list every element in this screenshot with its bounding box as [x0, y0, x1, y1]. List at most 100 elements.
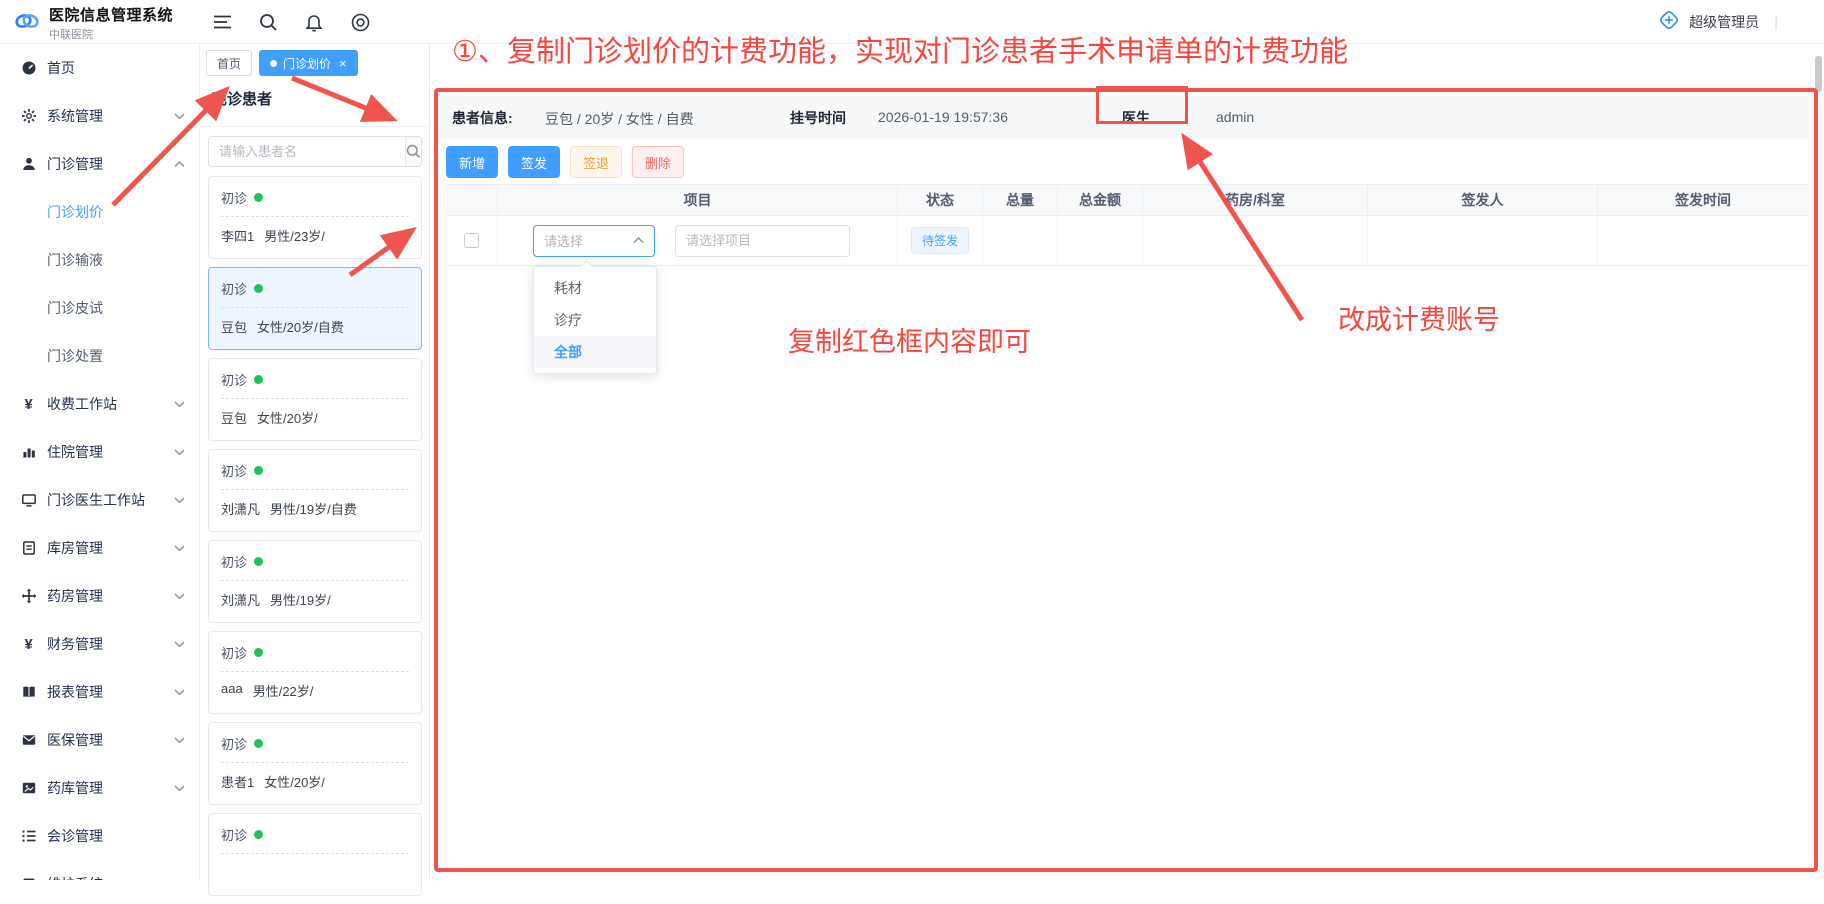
- patient-card[interactable]: 初诊患者1女性/20岁/: [208, 722, 422, 805]
- status-badge: 待签发: [911, 227, 969, 254]
- list-icon: [20, 828, 37, 845]
- sidebar-subitem-2-3[interactable]: 门诊处置: [0, 332, 199, 380]
- patient-name: 豆包: [221, 408, 247, 427]
- reg-time-value: 2026-01-19 19:57:36: [878, 109, 1008, 125]
- sidebar-item-13[interactable]: 维护系统: [0, 860, 199, 880]
- row-cell-6: [1368, 216, 1598, 265]
- sidebar-item-9[interactable]: 报表管理: [0, 668, 199, 716]
- patient-name: 刘潇凡: [221, 499, 260, 518]
- chevron-down-icon: [174, 449, 185, 456]
- dropdown-option[interactable]: 诊疗: [534, 304, 656, 336]
- collapse-menu-icon[interactable]: [212, 12, 232, 32]
- tab-close-icon[interactable]: ×: [339, 57, 347, 70]
- user-badge[interactable]: 超级管理员 |: [1658, 0, 1778, 44]
- patient-card[interactable]: 初诊李四1男性/23岁/: [208, 176, 422, 259]
- patient-visit-tag: 初诊: [221, 643, 409, 662]
- card-divider: [221, 216, 409, 217]
- row-cell-3: [983, 216, 1058, 265]
- sidebar-item-label: 收费工作站: [47, 394, 174, 414]
- monitor-icon: [20, 492, 37, 509]
- dropdown-option[interactable]: 全部: [534, 336, 656, 368]
- record-icon[interactable]: [350, 12, 370, 32]
- sidebar-item-label: 住院管理: [47, 442, 174, 462]
- sidebar-item-10[interactable]: 医保管理: [0, 716, 199, 764]
- scrollbar-thumb[interactable]: [1815, 56, 1822, 92]
- tab-home[interactable]: 首页: [206, 50, 252, 76]
- add-button[interactable]: 新增: [446, 146, 498, 178]
- patient-card[interactable]: 初诊刘潇凡男性/19岁/: [208, 540, 422, 623]
- patient-card[interactable]: 初诊aaa男性/22岁/: [208, 631, 422, 714]
- tab-active-dot-icon: [270, 60, 277, 67]
- delete-button[interactable]: 删除: [632, 146, 684, 178]
- patient-card[interactable]: 初诊豆包女性/20岁/: [208, 358, 422, 441]
- sidebar-item-5[interactable]: 门诊医生工作站: [0, 476, 199, 524]
- sidebar-item-6[interactable]: 库房管理: [0, 524, 199, 572]
- sidebar-item-3[interactable]: ¥ 收费工作站: [0, 380, 199, 428]
- chevron-down-icon: [174, 545, 185, 552]
- patient-meta: 男性/19岁/: [270, 590, 331, 609]
- row-cell-2: 待签发: [898, 216, 983, 265]
- table-row: 请选择 待签发: [446, 216, 1808, 266]
- sidebar-item-8[interactable]: ¥财务管理: [0, 620, 199, 668]
- annotation-doctor-box: [1096, 86, 1188, 124]
- issue-button[interactable]: 签发: [508, 146, 560, 178]
- chevron-down-icon: [174, 689, 185, 696]
- card-divider: [221, 762, 409, 763]
- sidebar-subitem-label: 门诊皮试: [47, 298, 103, 318]
- sidebar-subitem-2-1[interactable]: 门诊输液: [0, 236, 199, 284]
- patient-meta: 男性/23岁/: [264, 226, 325, 245]
- patient-visit-tag: 初诊: [221, 188, 409, 207]
- bell-icon[interactable]: [304, 12, 324, 32]
- sidebar-item-11[interactable]: 药库管理: [0, 764, 199, 812]
- chevron-down-icon: [174, 113, 185, 120]
- patient-card[interactable]: 初诊刘潇凡男性/19岁/自费: [208, 449, 422, 532]
- order-table: 项目状态总量总金额药房/科室签发人签发时间 请选择待签发: [446, 184, 1808, 266]
- sidebar-item-label: 维护系统: [47, 874, 185, 880]
- sidebar-subitem-2-2[interactable]: 门诊皮试: [0, 284, 199, 332]
- patient-card[interactable]: 初诊豆包女性/20岁/自费: [208, 267, 422, 350]
- type-select[interactable]: 请选择: [533, 225, 655, 257]
- status-dot-icon: [254, 739, 263, 748]
- sidebar-item-0[interactable]: 首页: [0, 44, 199, 92]
- tab-menu-active[interactable]: 门诊划价×: [259, 50, 358, 76]
- document-icon: [20, 540, 37, 557]
- card-divider: [221, 307, 409, 308]
- status-dot-icon: [254, 284, 263, 293]
- patient-search-button[interactable]: [405, 137, 421, 166]
- search-icon[interactable]: [258, 12, 278, 32]
- sidebar-item-4[interactable]: 住院管理: [0, 428, 199, 476]
- patient-meta: 男性/19岁/自费: [270, 499, 357, 518]
- sidebar-item-2[interactable]: 门诊管理: [0, 140, 199, 188]
- visit-type-label: 初诊: [221, 825, 247, 844]
- mail-icon: [20, 732, 37, 749]
- column-header-7: 签发时间: [1598, 185, 1808, 215]
- sidebar-item-12[interactable]: 会诊管理: [0, 812, 199, 860]
- revoke-button[interactable]: 签退: [570, 146, 622, 178]
- column-header-2: 状态: [898, 185, 983, 215]
- column-header-3: 总量: [983, 185, 1058, 215]
- patient-card[interactable]: 初诊: [208, 813, 422, 896]
- card-divider: [221, 853, 409, 854]
- row-cell-5: [1143, 216, 1368, 265]
- order-toolbar: 新增签发签退删除: [446, 146, 684, 178]
- item-search-input[interactable]: [675, 225, 850, 257]
- sidebar-item-label: 门诊医生工作站: [47, 490, 174, 510]
- patient-meta: 女性/20岁/自费: [257, 317, 344, 336]
- sidebar-item-1[interactable]: 系统管理: [0, 92, 199, 140]
- sidebar-subitem-2-0[interactable]: 门诊划价: [0, 188, 199, 236]
- patient-search-input[interactable]: [209, 137, 405, 166]
- type-select-placeholder: 请选择: [544, 231, 583, 250]
- sidebar-item-7[interactable]: 药房管理: [0, 572, 199, 620]
- header-divider: |: [1774, 14, 1778, 31]
- patient-name-row: 豆包女性/20岁/自费: [221, 317, 409, 336]
- row-checkbox[interactable]: [464, 233, 479, 248]
- column-header-6: 签发人: [1368, 185, 1598, 215]
- dropdown-option[interactable]: 耗材: [534, 272, 656, 304]
- sidebar-item-label: 药库管理: [47, 778, 174, 798]
- visit-type-label: 初诊: [221, 370, 247, 389]
- yen-icon: ¥: [20, 396, 37, 413]
- patient-name: 患者1: [221, 772, 254, 791]
- patient-meta: 女性/20岁/: [264, 772, 325, 791]
- chevron-up-icon: [633, 237, 644, 244]
- status-dot-icon: [254, 193, 263, 202]
